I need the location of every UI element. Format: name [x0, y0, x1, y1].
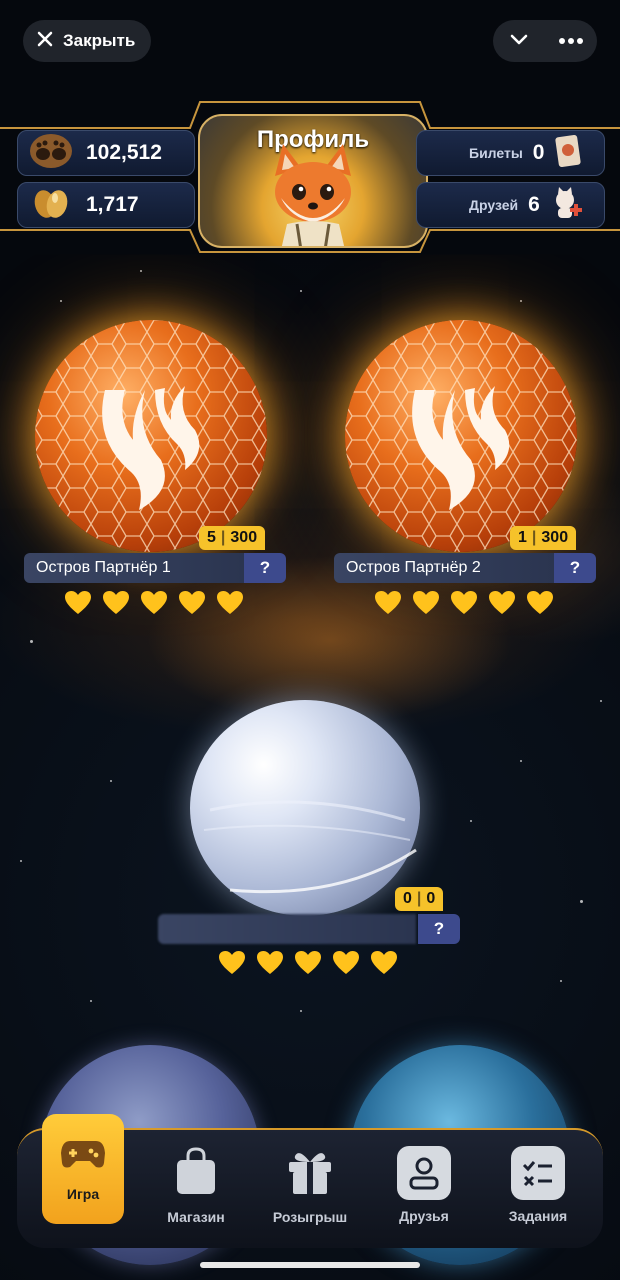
heart-icon: [217, 591, 243, 614]
home-indicator: [200, 1262, 420, 1268]
shopping-bag-icon: [173, 1146, 219, 1201]
island-1-counter: 5 | 300: [199, 526, 266, 550]
island-2-name[interactable]: Остров Партнёр 2: [334, 553, 554, 583]
island-2-counter: 1 | 300: [510, 526, 577, 550]
island-2-count: 1: [518, 529, 527, 546]
island-2-limit: 300: [541, 529, 569, 546]
bottom-nav: Игра Магазин Розыгрыш Друзья Задания: [17, 1114, 603, 1248]
fox-avatar-icon: [275, 144, 351, 246]
island-3-planet[interactable]: [190, 700, 420, 916]
eggs-value: 1,717: [86, 193, 139, 216]
close-icon: [35, 29, 55, 54]
heart-icon: [257, 951, 283, 974]
heart-icon: [103, 591, 129, 614]
heart-icon: [179, 591, 205, 614]
island-1-name-label: Остров Партнёр 1: [36, 559, 171, 576]
nav-item-tasks[interactable]: Задания: [483, 1130, 593, 1240]
nav-label-friends: Друзья: [399, 1208, 449, 1224]
heart-icon: [65, 591, 91, 614]
profile-card[interactable]: Профиль: [198, 114, 428, 248]
island-3-name[interactable]: [158, 914, 416, 944]
heart-icon: [375, 591, 401, 614]
island-3-hearts: [218, 950, 398, 976]
partner-logo-icon: [102, 386, 200, 510]
island-3-counter: 0 | 0: [395, 887, 444, 911]
gamepad-icon: [60, 1137, 106, 1176]
ticket-card-icon: [554, 134, 582, 173]
nav-label-giveaway: Розыгрыш: [272, 1208, 348, 1225]
island-1-help-button[interactable]: ?: [244, 553, 286, 583]
island-2-help-button[interactable]: ?: [554, 553, 596, 583]
heart-icon: [295, 951, 321, 974]
friends-label: Друзей: [469, 197, 519, 213]
eggs-balance[interactable]: 1,717: [17, 182, 195, 228]
paws-icon: [28, 132, 74, 175]
heart-icon: [489, 591, 515, 614]
island-3-count: 0: [403, 890, 412, 907]
nav-item-giveaway[interactable]: Розыгрыш: [255, 1130, 365, 1240]
tickets-label: Билеты: [469, 145, 523, 161]
paws-value: 102,512: [86, 141, 162, 164]
heart-icon: [141, 591, 167, 614]
heart-icon: [451, 591, 477, 614]
nav-label-shop: Магазин: [167, 1208, 225, 1225]
friend-cat-icon: [550, 186, 584, 225]
more-icon[interactable]: [558, 32, 584, 50]
island-2-hearts: [374, 590, 554, 616]
header-menu-group: [493, 20, 597, 62]
partner-logo-icon: [412, 386, 510, 510]
nav-item-friends[interactable]: Друзья: [369, 1130, 479, 1240]
nav-item-game[interactable]: Игра: [42, 1114, 124, 1224]
paws-balance[interactable]: 102,512: [17, 130, 195, 176]
nav-label-tasks: Задания: [508, 1208, 568, 1224]
checklist-icon: [511, 1146, 565, 1200]
island-2-name-label: Остров Партнёр 2: [346, 559, 481, 576]
tickets-value: 0: [532, 141, 545, 164]
heart-icon: [219, 951, 245, 974]
heart-icon: [333, 951, 359, 974]
island-1-hearts: [64, 590, 244, 616]
island-1-name[interactable]: Остров Партнёр 1: [24, 553, 244, 583]
user-profile-icon: [397, 1146, 451, 1200]
tickets-stat[interactable]: Билеты 0: [416, 130, 605, 176]
planet-stripes: [203, 800, 417, 894]
nav-item-shop[interactable]: Магазин: [141, 1130, 251, 1240]
friends-stat[interactable]: Друзей 6: [416, 182, 605, 228]
island-1-limit: 300: [230, 529, 258, 546]
nav-label-game: Игра: [66, 1185, 100, 1202]
island-3-help-button[interactable]: ?: [418, 914, 460, 944]
gift-icon: [285, 1146, 335, 1201]
island-3-limit: 0: [426, 890, 436, 907]
heart-icon: [413, 591, 439, 614]
close-button[interactable]: Закрыть: [23, 20, 152, 62]
friends-value: 6: [528, 193, 540, 216]
island-1-count: 5: [207, 529, 216, 546]
golden-eggs-icon: [28, 184, 74, 227]
close-label: Закрыть: [63, 31, 136, 50]
partner-island-2-planet[interactable]: [345, 320, 577, 552]
chevron-down-icon[interactable]: [507, 27, 531, 56]
partner-island-1-planet[interactable]: [35, 320, 267, 552]
heart-icon: [371, 951, 397, 974]
heart-icon: [527, 591, 553, 614]
